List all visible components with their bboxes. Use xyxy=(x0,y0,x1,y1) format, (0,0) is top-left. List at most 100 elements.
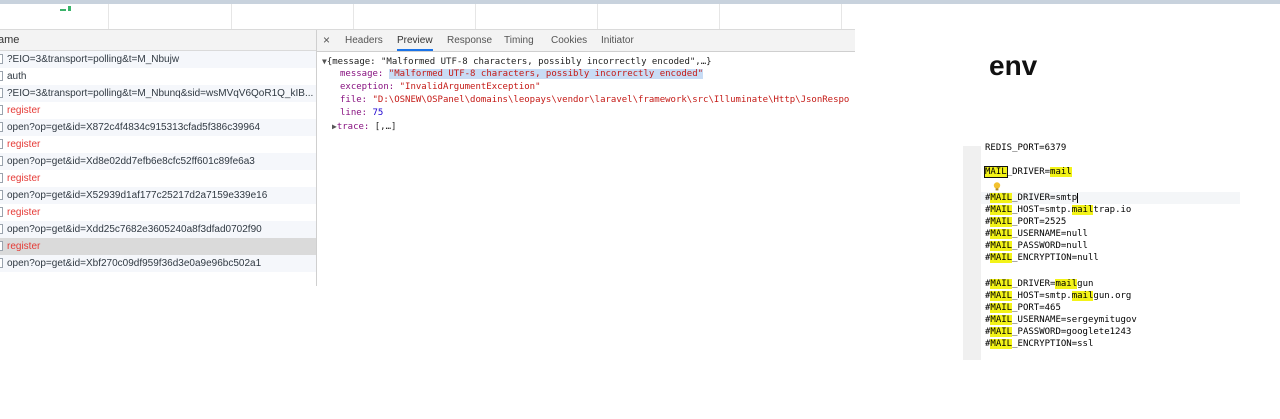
search-match: MAIL xyxy=(990,315,1013,325)
env-text: _PASSWORD=googlete1243 xyxy=(1012,327,1132,337)
env-text: _PASSWORD=null xyxy=(1012,241,1088,251)
search-match: MAIL xyxy=(990,291,1013,301)
message-value: "Malformed UTF-8 characters, possibly in… xyxy=(388,69,704,79)
env-text: _HOST=smtp. xyxy=(1012,205,1072,215)
file-icon xyxy=(0,224,3,234)
tab-response[interactable]: Response xyxy=(447,30,492,51)
request-row[interactable]: open?op=get&id=X872c4f4834c915313cfad5f3… xyxy=(0,119,316,136)
search-match: MAIL xyxy=(990,193,1013,203)
env-line: #MAIL_HOST=smtp.mailgun.org xyxy=(985,290,1131,302)
file-icon xyxy=(0,105,3,115)
request-name: ?EIO=3&transport=polling&t=M_Nbunq&sid=w… xyxy=(7,88,314,99)
env-text: _USERNAME=sergeymitugov xyxy=(1012,315,1137,325)
request-row[interactable]: register xyxy=(0,170,316,187)
request-row[interactable]: register xyxy=(0,204,316,221)
request-name: register xyxy=(7,173,41,184)
json-message-line: message: "Malformed UTF-8 characters, po… xyxy=(340,69,704,79)
file-icon xyxy=(0,207,3,217)
file-icon xyxy=(0,241,3,251)
json-file-line: file: "D:\OSNEW\OSPanel\domains\leopays\… xyxy=(340,95,850,105)
json-summary: {message: "Malformed UTF-8 characters, p… xyxy=(326,57,712,67)
env-line: #MAIL_HOST=smtp.mailtrap.io xyxy=(985,204,1131,216)
search-match: MAIL xyxy=(990,303,1013,313)
env-text: _DRIVER= xyxy=(1006,167,1051,177)
request-name: open?op=get&id=X52939d1af177c25217d2a715… xyxy=(7,190,268,201)
env-line: #MAIL_DRIVER=mailgun xyxy=(985,278,1093,290)
env-line: #MAIL_PASSWORD=null xyxy=(985,240,1088,252)
request-name: open?op=get&id=Xdd25c7682e3605240a8f3dfa… xyxy=(7,224,262,235)
env-line: REDIS_PORT=6379 xyxy=(985,142,1066,154)
env-text: gun.org xyxy=(1093,291,1132,301)
json-root-line[interactable]: ▼{message: "Malformed UTF-8 characters, … xyxy=(322,55,712,68)
request-name: register xyxy=(7,105,41,116)
tab-headers[interactable]: Headers xyxy=(345,30,383,51)
env-text: _DRIVER= xyxy=(1012,279,1056,289)
request-row[interactable]: open?op=get&id=Xd8e02dd7efb6e8cfc52ff601… xyxy=(0,153,316,170)
request-row[interactable]: register xyxy=(0,102,316,119)
env-line: #MAIL_PORT=465 xyxy=(985,302,1061,314)
env-text: _PORT=2525 xyxy=(1012,217,1067,227)
search-match: MAIL xyxy=(990,253,1013,263)
search-match: MAIL xyxy=(990,279,1013,289)
tab-cookies[interactable]: Cookies xyxy=(551,30,587,51)
env-text: trap.io xyxy=(1093,205,1132,215)
env-line: #MAIL_USERNAME=sergeymitugov xyxy=(985,314,1137,326)
request-name: open?op=get&id=X872c4f4834c915313cfad5f3… xyxy=(7,122,261,133)
env-title: env xyxy=(989,50,1038,81)
request-name: open?op=get&id=Xbf270c09df959f36d3e0a9e9… xyxy=(7,258,262,269)
search-match: MAIL xyxy=(990,327,1013,337)
env-text: _PORT=465 xyxy=(1012,303,1061,313)
env-line: #MAIL_PASSWORD=googlete1243 xyxy=(985,326,1131,338)
request-row[interactable]: open?op=get&id=Xbf270c09df959f36d3e0a9e9… xyxy=(0,255,316,272)
search-match: MAIL xyxy=(990,241,1013,251)
request-name: ?EIO=3&transport=polling&t=M_Nbujw xyxy=(7,54,180,65)
json-preview: ▼{message: "Malformed UTF-8 characters, … xyxy=(318,52,855,282)
tab-initiator[interactable]: Initiator xyxy=(601,30,634,51)
request-row[interactable]: auth xyxy=(0,68,316,85)
network-overview-waterfall xyxy=(0,4,855,30)
tab-preview[interactable]: Preview xyxy=(397,30,433,51)
search-match: mail xyxy=(1071,205,1094,215)
request-row[interactable]: open?op=get&id=X52939d1af177c25217d2a715… xyxy=(0,187,316,204)
detail-tabs: × Headers Preview Response Timing Cookie… xyxy=(317,30,855,52)
file-icon xyxy=(0,173,3,183)
env-text: _HOST=smtp. xyxy=(1012,291,1072,301)
tab-timing[interactable]: Timing xyxy=(504,30,534,51)
request-row[interactable]: open?op=get&id=Xdd25c7682e3605240a8f3dfa… xyxy=(0,221,316,238)
json-trace-line[interactable]: ▶trace: [,…] xyxy=(332,120,396,133)
lightbulb-icon[interactable] xyxy=(993,182,1001,191)
env-editor[interactable]: REDIS_PORT=6379 MAIL_DRIVER=mail #MAIL_DRI… xyxy=(963,143,1240,360)
env-text: _ENCRYPTION=ssl xyxy=(1012,339,1094,349)
request-row[interactable]: ?EIO=3&transport=polling&t=M_Nbunq&sid=w… xyxy=(0,85,316,102)
waterfall-activity-mark xyxy=(52,5,76,13)
file-icon xyxy=(0,190,3,200)
search-match: mail xyxy=(1071,291,1094,301)
request-row[interactable]: ?EIO=3&transport=polling&t=M_Nbujw xyxy=(0,51,316,68)
name-column-header[interactable]: ame xyxy=(0,30,316,51)
search-match: MAIL xyxy=(990,229,1013,239)
request-rows: ?EIO=3&transport=polling&t=M_Nbujwauth ?E… xyxy=(0,51,316,272)
file-icon xyxy=(0,122,3,132)
request-name: register xyxy=(7,207,41,218)
search-match: MAIL xyxy=(990,339,1013,349)
env-line: #MAIL_USERNAME=null xyxy=(985,228,1088,240)
file-icon xyxy=(0,88,3,98)
close-icon[interactable]: × xyxy=(323,30,330,51)
request-row[interactable]: register xyxy=(0,238,316,255)
env-line: #MAIL_DRIVER=smtp xyxy=(985,192,1079,204)
file-icon xyxy=(0,258,3,268)
request-name: auth xyxy=(7,71,27,82)
env-text: _USERNAME=null xyxy=(1012,229,1088,239)
env-line: #MAIL_ENCRYPTION=null xyxy=(985,252,1099,264)
file-icon xyxy=(0,139,3,149)
env-text: gun xyxy=(1077,279,1094,289)
search-match: mail xyxy=(1055,279,1078,289)
request-row[interactable]: register xyxy=(0,136,316,153)
json-exception-line: exception: "InvalidArgumentException" xyxy=(340,82,541,92)
search-match: MAIL xyxy=(990,217,1013,227)
search-match: MAIL xyxy=(990,205,1013,215)
file-icon xyxy=(0,156,3,166)
env-line: #MAIL_ENCRYPTION=ssl xyxy=(985,338,1093,350)
env-line: MAIL_DRIVER=mail xyxy=(984,166,1072,178)
search-match: mail xyxy=(1050,167,1072,177)
